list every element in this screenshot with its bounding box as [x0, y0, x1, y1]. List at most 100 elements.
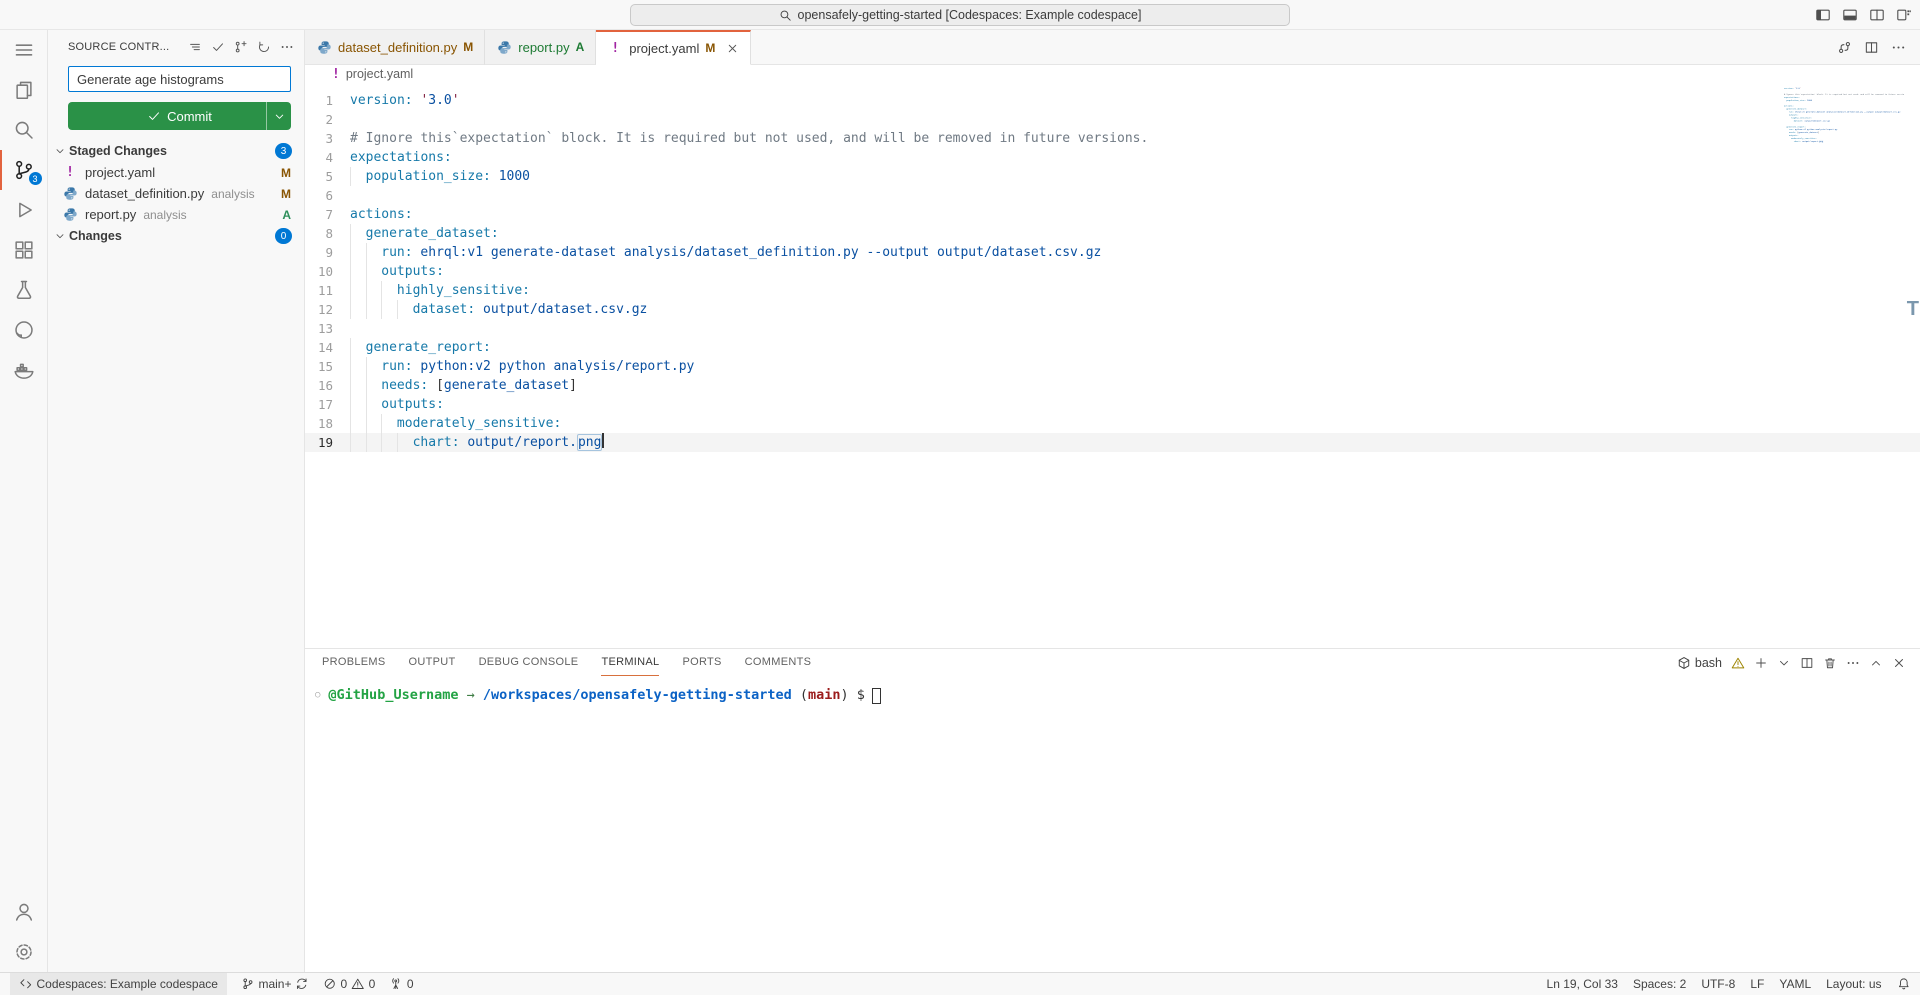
activity-github[interactable] — [0, 310, 48, 350]
code-line-19[interactable]: 19 chart: output/report.png — [305, 433, 1920, 452]
activity-accounts[interactable] — [0, 892, 48, 932]
editor-action-ellipsis[interactable] — [1891, 40, 1906, 55]
chevron-down-icon — [273, 110, 286, 123]
activity-testing[interactable] — [0, 270, 48, 310]
panel-action-chevup[interactable] — [1869, 656, 1883, 670]
commit-button[interactable]: Commit — [68, 102, 291, 130]
python-file-icon — [63, 207, 78, 222]
encoding[interactable]: UTF-8 — [1701, 973, 1735, 995]
code-line-2[interactable]: 2 — [305, 110, 1920, 129]
panel-action-trash[interactable] — [1823, 656, 1837, 670]
line-number: 6 — [305, 186, 350, 205]
scm-file-row[interactable]: dataset_definition.py analysis M — [48, 183, 304, 204]
cursor-position[interactable]: Ln 19, Col 33 — [1547, 973, 1618, 995]
panel-action-chevdown[interactable] — [1777, 656, 1791, 670]
commit-dropdown[interactable] — [266, 102, 291, 130]
activity-run-and-debug[interactable] — [0, 190, 48, 230]
extensions-icon — [13, 239, 35, 261]
scm-branchplus-button[interactable] — [234, 40, 248, 54]
code-line-13[interactable]: 13 — [305, 319, 1920, 338]
commit-message-input[interactable]: Generate age histograms — [68, 66, 291, 92]
panel-action-plus[interactable] — [1754, 656, 1768, 670]
panel-tab-problems[interactable]: PROBLEMS — [322, 649, 386, 676]
code-line-14[interactable]: 14 generate_report: — [305, 338, 1920, 357]
editor-tab-report.py[interactable]: report.py A — [485, 30, 596, 65]
error-icon — [323, 977, 337, 991]
panel-tab-terminal[interactable]: TERMINAL — [601, 649, 659, 676]
section-header[interactable]: Staged Changes 3 — [48, 140, 304, 162]
panel-tab-comments[interactable]: COMMENTS — [745, 649, 812, 676]
activity-explorer[interactable] — [0, 70, 48, 110]
terminal[interactable]: ○ @GitHub_Username → /workspaces/opensaf… — [305, 676, 1920, 705]
scm-check-button[interactable] — [211, 40, 225, 54]
layout-splitv-button[interactable] — [1869, 7, 1885, 23]
activity-source-control[interactable]: 3 — [0, 150, 48, 190]
bottom-panel: PROBLEMS OUTPUT DEBUG CONSOLE TERMINAL PORTS… — [305, 648, 1920, 972]
layout-splitv-icon — [1869, 7, 1885, 23]
remote-indicator[interactable]: Codespaces: Example codespace — [10, 973, 227, 995]
compare-icon — [1837, 40, 1852, 55]
panel-action-close[interactable] — [1892, 656, 1906, 670]
scm-file-row[interactable]: ! project.yaml M — [48, 162, 304, 183]
tab-label: project.yaml — [629, 41, 699, 56]
code-line-16[interactable]: 16 needs: [generate_dataset] — [305, 376, 1920, 395]
command-center[interactable]: opensafely-getting-started [Codespaces: … — [630, 4, 1290, 26]
activity-menu[interactable] — [0, 30, 48, 70]
split-icon — [1800, 656, 1814, 670]
code-line-18[interactable]: 18 moderately_sensitive: — [305, 414, 1920, 433]
terminal-shell-item[interactable]: bash — [1677, 656, 1722, 670]
code-line-17[interactable]: 17 outputs: — [305, 395, 1920, 414]
editor-action-compare[interactable] — [1837, 40, 1852, 55]
breadcrumb[interactable]: ! project.yaml — [305, 65, 1920, 83]
check-icon — [211, 40, 225, 54]
eol[interactable]: LF — [1750, 973, 1764, 995]
code-line-11[interactable]: 11 highly_sensitive: — [305, 281, 1920, 300]
code-line-8[interactable]: 8 generate_dataset: — [305, 224, 1920, 243]
panel-tab-output[interactable]: OUTPUT — [409, 649, 456, 676]
tab-label: dataset_definition.py — [338, 40, 457, 55]
code-editor[interactable]: 1 version: '3.0' 2 3 # Ignore this`expec… — [305, 83, 1920, 648]
code-line-7[interactable]: 7 actions: — [305, 205, 1920, 224]
scm-file-row[interactable]: report.py analysis A — [48, 204, 304, 225]
editor-tab-dataset_definition.py[interactable]: dataset_definition.py M — [305, 30, 485, 65]
close-icon — [1892, 656, 1906, 670]
activity-search[interactable] — [0, 110, 48, 150]
section-header[interactable]: Changes 0 — [48, 225, 304, 247]
editor-tab-project.yaml[interactable]: ! project.yaml M — [596, 30, 751, 65]
problems-status[interactable]: 00 — [323, 973, 375, 995]
notifications[interactable] — [1897, 973, 1911, 995]
panel-action-ellipsis[interactable] — [1846, 656, 1860, 670]
code-line-15[interactable]: 15 run: python:v2 python analysis/report… — [305, 357, 1920, 376]
yaml-warning-icon: ! — [611, 41, 619, 56]
layout-grid-button[interactable] — [1896, 7, 1912, 23]
keyboard-layout[interactable]: Layout: us — [1826, 973, 1881, 995]
code-line-10[interactable]: 10 outputs: — [305, 262, 1920, 281]
indentation[interactable]: Spaces: 2 — [1633, 973, 1686, 995]
code-line-6[interactable]: 6 — [305, 186, 1920, 205]
scm-refresh-button[interactable] — [257, 40, 271, 54]
close-tab-button[interactable] — [726, 42, 739, 55]
code-line-3[interactable]: 3 # Ignore this`expectation` block. It i… — [305, 129, 1920, 148]
code-line-5[interactable]: 5 population_size: 1000 — [305, 167, 1920, 186]
activity-extensions[interactable] — [0, 230, 48, 270]
activity-settings[interactable] — [0, 932, 48, 972]
minimap[interactable]: version: '3.0' # Ignore this`expectation… — [1784, 87, 1904, 161]
scm-ellipsis-button[interactable] — [280, 40, 294, 54]
breadcrumb-file: project.yaml — [346, 67, 413, 81]
panel-tab-debug-console[interactable]: DEBUG CONSOLE — [479, 649, 579, 676]
panel-tab-ports[interactable]: PORTS — [682, 649, 721, 676]
panel-action-warning[interactable] — [1731, 656, 1745, 670]
code-line-9[interactable]: 9 run: ehrql:v1 generate-dataset analysi… — [305, 243, 1920, 262]
activity-docker[interactable] — [0, 350, 48, 390]
editor-action-split[interactable] — [1864, 40, 1879, 55]
panel-action-split[interactable] — [1800, 656, 1814, 670]
language-mode[interactable]: YAML — [1779, 973, 1811, 995]
code-line-12[interactable]: 12 dataset: output/dataset.csv.gz — [305, 300, 1920, 319]
code-line-4[interactable]: 4 expectations: — [305, 148, 1920, 167]
ports-status[interactable]: 0 — [389, 973, 413, 995]
scm-listfilter-button[interactable] — [188, 40, 202, 54]
layout-sidebar-button[interactable] — [1815, 7, 1831, 23]
code-line-1[interactable]: 1 version: '3.0' — [305, 91, 1920, 110]
layout-panel-button[interactable] — [1842, 7, 1858, 23]
branch-status[interactable]: main+ — [241, 973, 309, 995]
